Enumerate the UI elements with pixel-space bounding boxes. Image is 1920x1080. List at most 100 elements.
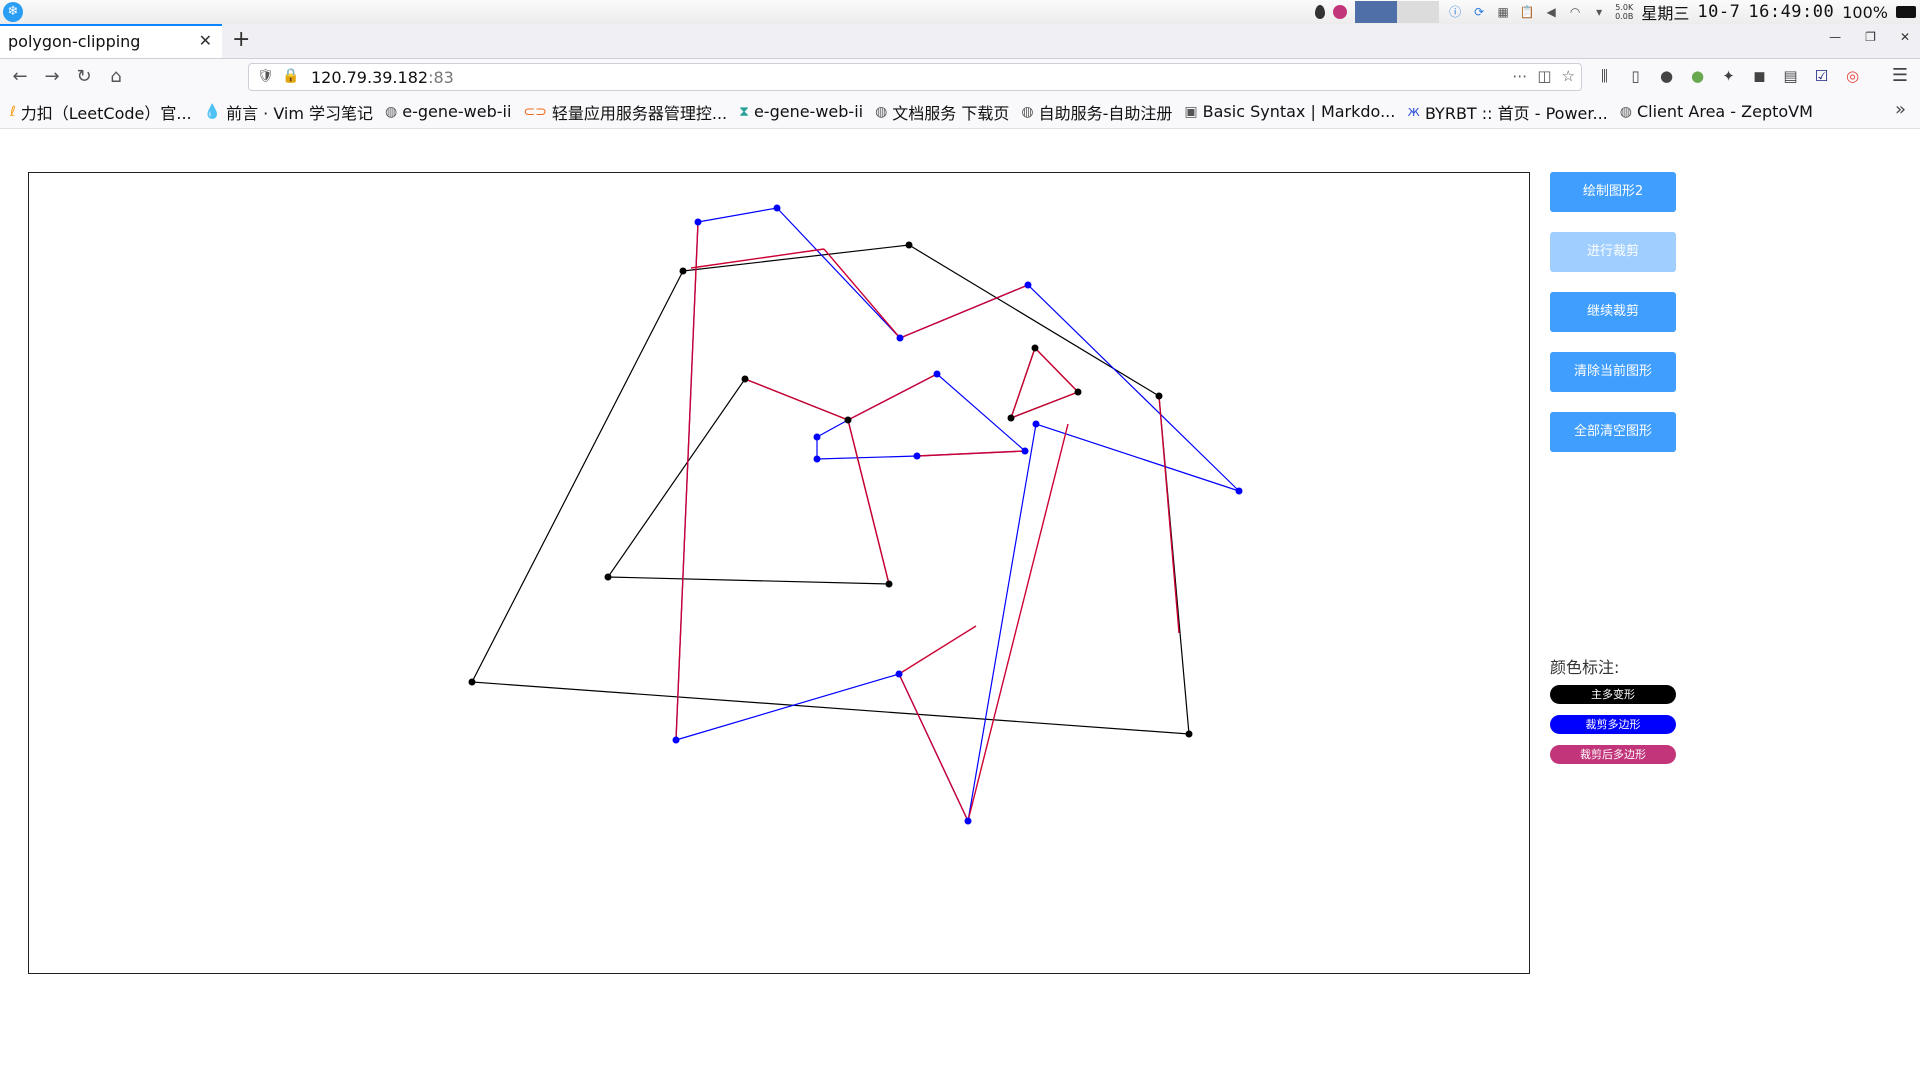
- drawing-canvas[interactable]: [28, 172, 1530, 974]
- reload-icon[interactable]: ↻: [72, 65, 96, 89]
- shield-icon[interactable]: 🛡: [257, 69, 274, 84]
- bookmark-item[interactable]: ℓ 力扣（LeetCode）官...: [10, 100, 192, 124]
- main-polygon-vertex[interactable]: [468, 678, 476, 686]
- workspace-2[interactable]: [1397, 1, 1440, 23]
- extension-check-icon[interactable]: ☑: [1811, 67, 1832, 85]
- legend-main-polygon: 主多变形: [1550, 685, 1676, 704]
- more-actions-icon[interactable]: ⋯: [1512, 67, 1527, 85]
- extension-green-icon[interactable]: ●: [1687, 67, 1708, 85]
- main-polygon-vertex[interactable]: [905, 241, 913, 249]
- main-polygon-vertex[interactable]: [1185, 730, 1193, 738]
- bookmark-item[interactable]: 💧 前言 · Vim 学习笔记: [204, 100, 373, 124]
- url-port: :83: [428, 68, 454, 87]
- forward-icon[interactable]: →: [40, 65, 64, 89]
- time-label[interactable]: 16:49:00: [1748, 2, 1834, 22]
- clip-polygon-vertex[interactable]: [933, 370, 941, 378]
- bookmark-item[interactable]: ◍ 自助服务-自助注册: [1021, 100, 1172, 124]
- close-icon[interactable]: ✕: [199, 31, 212, 50]
- wifi-icon[interactable]: ◠: [1567, 4, 1583, 20]
- chevron-right-icon[interactable]: »: [1895, 99, 1906, 120]
- main-polygon-vertex[interactable]: [741, 375, 749, 383]
- clip-polygon-vertex[interactable]: [895, 670, 903, 678]
- volume-icon[interactable]: ◀: [1543, 4, 1559, 20]
- weekday-label: 星期三: [1641, 4, 1690, 23]
- extension-mask-icon[interactable]: ◼: [1749, 67, 1770, 85]
- continue-clip-button[interactable]: 继续裁剪: [1550, 292, 1676, 332]
- clip-polygon-vertex[interactable]: [1021, 447, 1029, 455]
- draw-shape2-button[interactable]: 绘制图形2: [1550, 172, 1676, 212]
- clip-polygon-vertex[interactable]: [1032, 420, 1040, 428]
- url-bar[interactable]: 🛡 🔒 120.79.39.182:83 ⋯ ◫ ☆: [248, 63, 1582, 91]
- info-icon[interactable]: ⓘ: [1447, 4, 1463, 20]
- result-polygon-edge: [847, 419, 890, 585]
- bookmark-item[interactable]: ⧗ e-gene-web-ii: [739, 102, 863, 121]
- main-polygon-vertex[interactable]: [1155, 392, 1163, 400]
- library-icon[interactable]: ⫼: [1594, 67, 1615, 85]
- clip-polygon-vertex[interactable]: [773, 204, 781, 212]
- clip-button[interactable]: 进行裁剪: [1550, 232, 1676, 272]
- account-icon[interactable]: ●: [1656, 67, 1677, 85]
- ink-drop-icon[interactable]: [1315, 5, 1326, 19]
- pocket-icon[interactable]: ◫: [1537, 67, 1551, 85]
- net-down-value: 0.0B: [1615, 12, 1634, 21]
- clipboard-icon[interactable]: 📋: [1519, 4, 1535, 20]
- workspace-switcher[interactable]: [1355, 1, 1440, 23]
- result-polygon-edge: [967, 423, 1069, 822]
- grid-icon[interactable]: ▦: [1495, 4, 1511, 20]
- url-text[interactable]: 120.79.39.182:83: [311, 68, 454, 87]
- globe-icon: ◍: [385, 103, 398, 120]
- workspace-1[interactable]: [1355, 1, 1398, 23]
- restore-icon[interactable]: ❐: [1865, 30, 1876, 44]
- clip-polygon-vertex[interactable]: [813, 455, 821, 463]
- clip-polygon-vertex[interactable]: [694, 218, 702, 226]
- result-polygon-edge: [1009, 347, 1080, 420]
- clip-polygon-vertex[interactable]: [964, 817, 972, 825]
- battery-icon[interactable]: [1896, 6, 1916, 18]
- hamburger-menu-icon[interactable]: ☰: [1892, 65, 1908, 86]
- system-tray: ⓘ ⟳ ▦ 📋 ◀ ◠ ▾ 5.0K 0.0B 星期三 10-7 16:49:0…: [1315, 0, 1916, 24]
- clip-polygon-vertex[interactable]: [813, 433, 821, 441]
- back-icon[interactable]: ←: [8, 65, 32, 89]
- home-icon[interactable]: ⌂: [104, 65, 128, 89]
- bookmark-star-icon[interactable]: ☆: [1562, 67, 1575, 85]
- sidebar-icon[interactable]: ▯: [1625, 67, 1646, 85]
- extension-chrome-icon[interactable]: ◎: [1842, 67, 1863, 85]
- main-polygon-vertex[interactable]: [1074, 388, 1082, 396]
- clip-polygon-vertex[interactable]: [1024, 281, 1032, 289]
- app-indicator-icon[interactable]: [1333, 5, 1348, 19]
- polygon-drawing[interactable]: [29, 173, 1529, 973]
- minimize-icon[interactable]: —: [1829, 30, 1841, 44]
- bookmark-item[interactable]: ◍ e-gene-web-ii: [385, 102, 511, 121]
- main-polygon-vertex[interactable]: [844, 416, 852, 424]
- clip-polygon-vertex[interactable]: [672, 736, 680, 744]
- main-polygon-vertex[interactable]: [885, 580, 893, 588]
- url-actions: ⋯ ◫ ☆: [1512, 67, 1575, 85]
- clip-polygon-vertex[interactable]: [896, 334, 904, 342]
- clip-polygon-vertex[interactable]: [913, 452, 921, 460]
- clip-polygon-vertex[interactable]: [1235, 487, 1243, 495]
- main-polygon-vertex[interactable]: [604, 573, 612, 581]
- main-polygon-vertex[interactable]: [1031, 344, 1039, 352]
- insecure-lock-icon[interactable]: 🔒: [282, 68, 299, 84]
- sync-icon[interactable]: ⟳: [1471, 4, 1487, 20]
- clear-current-button[interactable]: 清除当前图形: [1550, 352, 1676, 392]
- extension-puzzle-icon[interactable]: ✦: [1718, 67, 1739, 85]
- kde-launcher-icon[interactable]: ❄: [3, 2, 23, 22]
- main-polygon-vertex[interactable]: [1007, 414, 1015, 422]
- bookmark-label: e-gene-web-ii: [402, 102, 512, 121]
- bookmark-item[interactable]: ▣ Basic Syntax | Markdo...: [1184, 102, 1395, 121]
- bookmark-item[interactable]: ⊂⊃ 轻量应用服务器管理控...: [523, 100, 727, 124]
- battery-percent: 100%: [1842, 2, 1888, 22]
- bookmark-item[interactable]: ◍ Client Area - ZeptoVM: [1620, 102, 1813, 121]
- chevron-down-icon[interactable]: ▾: [1591, 4, 1607, 20]
- tab-polygon-clipping[interactable]: polygon-clipping ✕: [0, 24, 222, 58]
- bookmark-item[interactable]: ◍ 文档服务 下载页: [875, 100, 1009, 124]
- bookmark-label: 自助服务-自助注册: [1038, 103, 1173, 123]
- extension-list-icon[interactable]: ▤: [1780, 67, 1801, 85]
- new-tab-button[interactable]: +: [232, 27, 250, 52]
- legend-title: 颜色标注:: [1550, 658, 1620, 677]
- main-polygon-vertex[interactable]: [679, 267, 687, 275]
- bookmark-item[interactable]: ж BYRBT :: 首页 - Power...: [1407, 100, 1607, 124]
- clear-all-button[interactable]: 全部清空图形: [1550, 412, 1676, 452]
- window-close-icon[interactable]: ✕: [1900, 30, 1910, 44]
